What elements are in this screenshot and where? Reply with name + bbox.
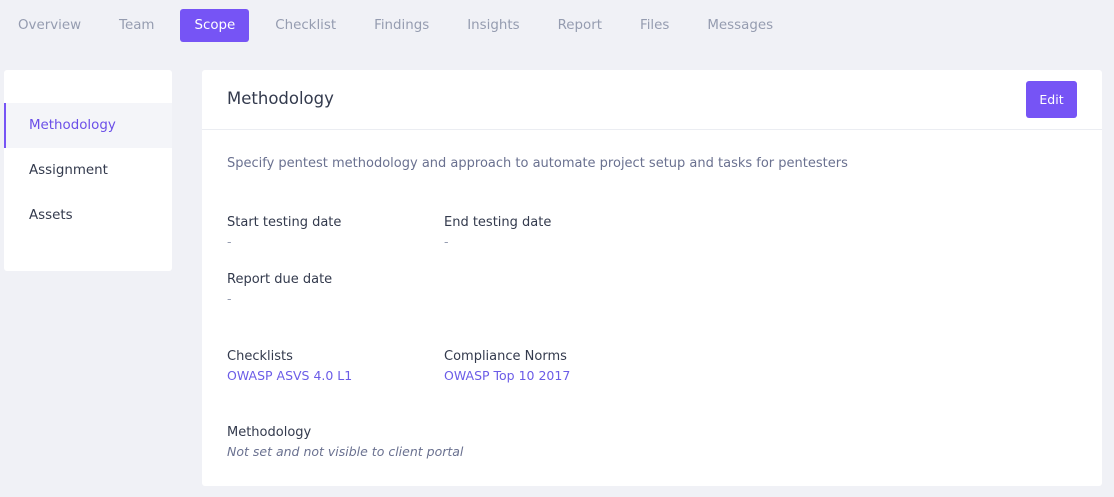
checklists-field: Checklists OWASP ASVS 4.0 L1 bbox=[227, 349, 352, 383]
methodology-value: Not set and not visible to client portal bbox=[227, 444, 464, 459]
report-due-label: Report due date bbox=[227, 272, 333, 287]
tab-team[interactable]: Team bbox=[107, 9, 166, 42]
compliance-link[interactable]: OWASP Top 10 2017 bbox=[444, 368, 570, 383]
start-date-value: - bbox=[227, 234, 232, 249]
tab-messages[interactable]: Messages bbox=[695, 9, 785, 42]
start-date-field: Start testing date - bbox=[227, 215, 341, 249]
tab-insights[interactable]: Insights bbox=[455, 9, 531, 42]
end-date-field: End testing date - bbox=[444, 215, 551, 249]
checklists-label: Checklists bbox=[227, 349, 293, 364]
card-title: Methodology bbox=[227, 89, 334, 108]
checklists-link[interactable]: OWASP ASVS 4.0 L1 bbox=[227, 368, 352, 383]
end-date-value: - bbox=[444, 234, 449, 249]
sidebar-item-methodology[interactable]: Methodology bbox=[4, 103, 172, 148]
report-due-value: - bbox=[227, 291, 232, 306]
edit-button[interactable]: Edit bbox=[1026, 81, 1077, 118]
tab-overview[interactable]: Overview bbox=[6, 9, 93, 42]
tab-report[interactable]: Report bbox=[546, 9, 614, 42]
card-description: Specify pentest methodology and approach… bbox=[227, 156, 848, 171]
tab-scope[interactable]: Scope bbox=[180, 9, 250, 42]
tab-files[interactable]: Files bbox=[628, 9, 681, 42]
methodology-label: Methodology bbox=[227, 425, 312, 440]
compliance-label: Compliance Norms bbox=[444, 349, 567, 364]
sidebar-item-assignment[interactable]: Assignment bbox=[4, 148, 172, 193]
scope-sidebar: Methodology Assignment Assets bbox=[4, 70, 172, 271]
report-due-field: Report due date - bbox=[227, 272, 332, 306]
card-header: Methodology Edit bbox=[202, 70, 1102, 130]
start-date-label: Start testing date bbox=[227, 215, 342, 230]
top-tabs: Overview Team Scope Checklist Findings I… bbox=[0, 9, 799, 42]
methodology-field: Methodology Not set and not visible to c… bbox=[227, 425, 463, 459]
sidebar-item-assets[interactable]: Assets bbox=[4, 193, 172, 238]
methodology-card: Methodology Edit Specify pentest methodo… bbox=[202, 70, 1102, 486]
end-date-label: End testing date bbox=[444, 215, 552, 230]
compliance-field: Compliance Norms OWASP Top 10 2017 bbox=[444, 349, 570, 383]
tab-checklist[interactable]: Checklist bbox=[263, 9, 348, 42]
tab-findings[interactable]: Findings bbox=[362, 9, 441, 42]
